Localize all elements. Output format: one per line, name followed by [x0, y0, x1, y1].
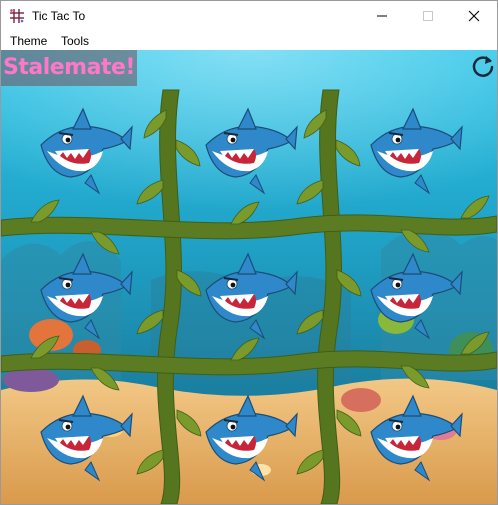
game-board-area: Stalemate!	[1, 50, 497, 504]
shark-icon	[205, 107, 298, 195]
maximize-button[interactable]	[405, 1, 451, 31]
shark-icon	[370, 394, 463, 482]
game-status-banner: Stalemate!	[1, 50, 137, 86]
menu-bar: Theme Tools	[1, 31, 497, 50]
shark-icon	[370, 107, 463, 195]
window-title: Tic Tac To	[32, 9, 86, 23]
menu-tools[interactable]: Tools	[61, 34, 89, 48]
maximize-icon	[423, 11, 433, 21]
app-window: Tic Tac To Theme Tools Stalemate!	[0, 0, 498, 505]
board-cell-1-0[interactable]	[33, 250, 133, 345]
minimize-icon	[377, 15, 387, 17]
minimize-button[interactable]	[359, 1, 405, 31]
board-cell-0-1[interactable]	[198, 105, 298, 200]
board-cell-2-1[interactable]	[198, 392, 298, 487]
shark-icon	[40, 394, 133, 482]
menu-theme[interactable]: Theme	[10, 34, 47, 48]
close-button[interactable]	[451, 1, 497, 31]
restart-icon[interactable]	[469, 53, 497, 81]
close-icon	[468, 10, 480, 22]
board-cell-1-1[interactable]	[198, 250, 298, 345]
shark-icon	[40, 107, 133, 195]
game-status-text: Stalemate!	[3, 55, 135, 80]
board-cell-0-0[interactable]	[33, 105, 133, 200]
title-bar[interactable]: Tic Tac To	[1, 1, 497, 31]
board-cell-1-2[interactable]	[363, 250, 463, 345]
shark-icon	[205, 394, 298, 482]
board-cell-2-0[interactable]	[33, 392, 133, 487]
tic-tac-toe-app-icon	[9, 8, 25, 24]
shark-icon	[370, 252, 463, 340]
board-cell-0-2[interactable]	[363, 105, 463, 200]
board-cell-2-2[interactable]	[363, 392, 463, 487]
shark-icon	[40, 252, 133, 340]
shark-icon	[205, 252, 298, 340]
